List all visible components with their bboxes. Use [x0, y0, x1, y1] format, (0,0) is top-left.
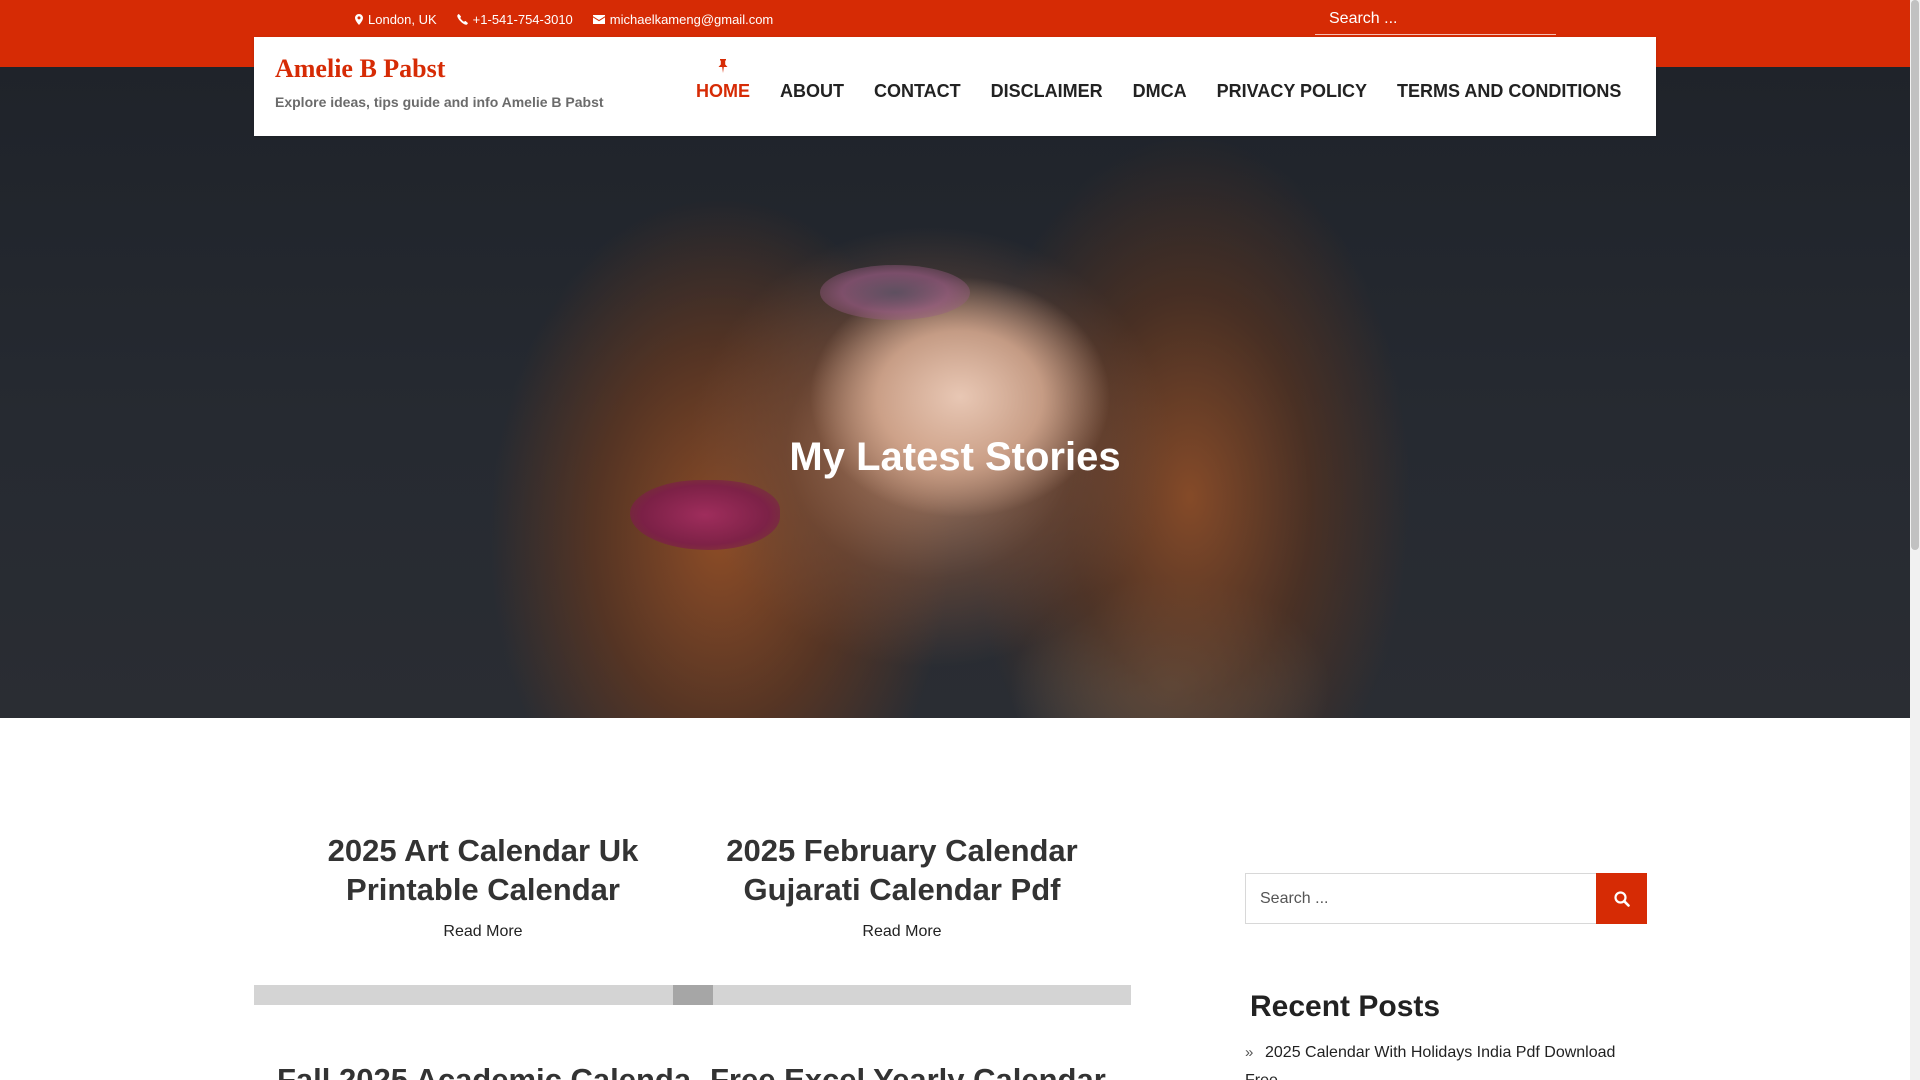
sidebar-search-input[interactable]: [1245, 873, 1596, 924]
top-search-input[interactable]: [1315, 3, 1556, 35]
contact-info: London, UK +1-541-754-3010 michaelkameng…: [355, 12, 773, 27]
hero-image-lips: [630, 480, 780, 550]
nav-item-home[interactable]: HOME: [696, 59, 750, 102]
nav-item-dmca[interactable]: DMCA: [1133, 81, 1187, 102]
posts-slider-track[interactable]: [254, 985, 1131, 1005]
email-info: michaelkameng@gmail.com: [592, 12, 773, 27]
nav-item-contact[interactable]: CONTACT: [874, 81, 961, 102]
hero-title: My Latest Stories: [789, 435, 1121, 479]
double-chevron-right-icon: »: [1245, 1044, 1254, 1061]
scrollbar-thumb[interactable]: [1911, 0, 1919, 550]
hero-image-eye: [820, 265, 970, 320]
post-card: 2025 February Calendar Gujarati Calendar…: [692, 831, 1112, 941]
site-tagline: Explore ideas, tips guide and info Ameli…: [275, 94, 604, 110]
site-title[interactable]: Amelie B Pabst: [275, 54, 445, 84]
recent-posts-title: Recent Posts: [1250, 990, 1441, 1023]
nav-item-about[interactable]: ABOUT: [780, 81, 844, 102]
thumbtack-icon: [718, 57, 728, 78]
post-title[interactable]: 2025 Art Calendar Uk Printable Calendar: [273, 831, 693, 909]
recent-post-link[interactable]: 2025 Calendar With Holidays India Pdf Do…: [1245, 1044, 1615, 1080]
page-scrollbar[interactable]: [1910, 0, 1920, 1080]
phone-icon: [456, 14, 468, 25]
sidebar-search-button[interactable]: [1596, 873, 1647, 924]
location-info: London, UK: [355, 12, 437, 27]
map-marker-icon: [355, 14, 363, 25]
search-icon: [1613, 890, 1630, 907]
hero-banner: My Latest Stories: [0, 67, 1910, 718]
location-text: London, UK: [368, 12, 437, 27]
nav-item-terms-and-conditions[interactable]: TERMS AND CONDITIONS: [1397, 81, 1621, 102]
sidebar-search: [1245, 873, 1647, 924]
recent-post-item[interactable]: » 2025 Calendar With Holidays India Pdf D…: [1245, 1039, 1645, 1080]
read-more-link[interactable]: Read More: [862, 923, 941, 941]
post-title[interactable]: Free Excel Yearly Calendar: [710, 1062, 1106, 1080]
nav-item-disclaimer[interactable]: DISCLAIMER: [991, 81, 1103, 102]
email-text[interactable]: michaelkameng@gmail.com: [610, 12, 773, 27]
envelope-icon: [592, 15, 605, 24]
site-header: Amelie B Pabst Explore ideas, tips guide…: [254, 37, 1656, 136]
phone-text[interactable]: +1-541-754-3010: [473, 12, 573, 27]
phone-info: +1-541-754-3010: [456, 12, 573, 27]
posts-slider-thumb[interactable]: [673, 985, 713, 1005]
nav-label: HOME: [696, 81, 750, 101]
post-title[interactable]: 2025 February Calendar Gujarati Calendar…: [692, 831, 1112, 909]
main-nav: HOME ABOUT CONTACT DISCLAIMER DMCA PRIVA…: [696, 59, 1651, 102]
read-more-link[interactable]: Read More: [443, 923, 522, 941]
nav-item-privacy-policy[interactable]: PRIVACY POLICY: [1217, 81, 1367, 102]
post-title[interactable]: Fall 2025 Academic Calenda: [277, 1062, 691, 1080]
post-card: 2025 Art Calendar Uk Printable Calendar …: [273, 831, 693, 941]
